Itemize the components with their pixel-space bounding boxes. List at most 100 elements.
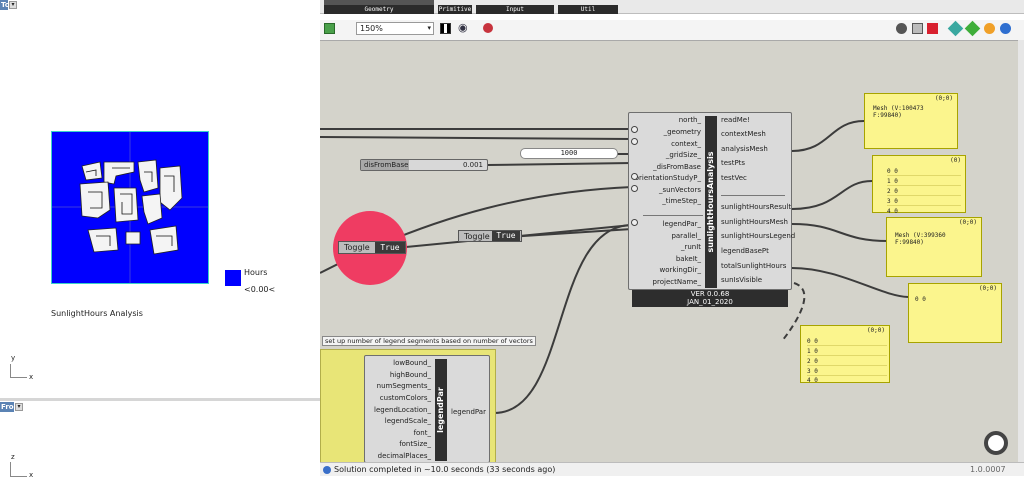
legend-input-port[interactable]: lowBound_ xyxy=(393,359,435,367)
top-viewport-tag[interactable]: Top xyxy=(0,0,15,10)
gridsize-value: 1000 xyxy=(560,149,578,157)
input-port[interactable]: bakeIt_ xyxy=(676,255,705,263)
toggle-sunlight[interactable]: Toggle True xyxy=(338,241,406,254)
panel-row: 0 0 xyxy=(887,168,961,176)
panel-sun-visible[interactable]: (0;0) 0 0 1 0 2 0 3 0 4 0 xyxy=(800,325,890,384)
output-port[interactable]: readMe! xyxy=(717,116,750,124)
toggle2-value[interactable]: True xyxy=(492,231,520,241)
panel-line: F:99840) xyxy=(895,239,924,246)
legend-input-port[interactable]: font_ xyxy=(414,429,435,437)
panel-row: 1 0 xyxy=(807,348,887,356)
legend-input-port[interactable]: decimalPlaces_ xyxy=(378,452,435,460)
input-port[interactable]: legendPar_ xyxy=(663,220,705,228)
panel-row: 3 0 xyxy=(807,368,887,376)
panel-analysis-mesh[interactable]: (0;0) Mesh (V:100473 F:99840) xyxy=(864,93,958,149)
input-port[interactable]: _timeStep_ xyxy=(662,197,705,205)
brush-icon[interactable] xyxy=(483,23,493,33)
butterfly-icon[interactable] xyxy=(984,23,995,34)
chevron-down-icon: ▾ xyxy=(427,24,431,32)
input-ports: north_ _geometry context_ _gridSize_ _di… xyxy=(629,113,705,289)
input-port[interactable]: _sunVectors xyxy=(659,186,705,194)
output-port[interactable]: sunlightHoursMesh xyxy=(717,218,788,226)
input-port[interactable]: orientationStudyP_ xyxy=(635,174,705,182)
legend-input-port[interactable]: numSegments_ xyxy=(377,382,435,390)
viewport-divider[interactable] xyxy=(0,398,320,401)
legend-input-port[interactable]: legendScale_ xyxy=(385,417,435,425)
gh-component-tabs: Geometry Primitive Input Util xyxy=(320,0,1024,14)
port-separator xyxy=(721,195,785,196)
legend-input-port[interactable]: customColors_ xyxy=(380,394,435,402)
zoom-select[interactable]: 150% ▾ xyxy=(356,22,434,35)
output-port[interactable]: analysisMesh xyxy=(717,145,768,153)
panel-sunlight-mesh[interactable]: (0;0) Mesh (V:399360 F:99840) xyxy=(886,217,982,277)
component-title-bar: sunlightHoursAnalysis xyxy=(705,116,717,288)
axis-x-label: x xyxy=(29,373,34,381)
panel-header: (0;0) xyxy=(978,285,997,292)
disfrombase-value: 0.001 xyxy=(462,161,483,169)
tab-util[interactable]: Util xyxy=(558,5,618,14)
output-ports: readMe! contextMesh analysisMesh testPts… xyxy=(717,113,795,289)
panel-header: (0) xyxy=(950,157,961,164)
status-text: Solution completed in ~10.0 seconds (33 … xyxy=(334,465,556,474)
ladybug-icon[interactable] xyxy=(947,20,964,37)
panel-header: (0;0) xyxy=(934,95,953,102)
legend-input-port[interactable]: highBound_ xyxy=(390,371,435,379)
tab-geometry[interactable]: Geometry xyxy=(324,5,434,14)
tab-primitive[interactable]: Primitive xyxy=(438,5,472,14)
tab-input[interactable]: Input xyxy=(476,5,554,14)
gh-vertical-scrollbar[interactable] xyxy=(1018,40,1024,462)
input-port[interactable]: projectName_ xyxy=(653,278,705,286)
version-text: 1.0.0007 xyxy=(970,465,1006,474)
globe-icon[interactable] xyxy=(1000,23,1011,34)
output-port[interactable]: testVec xyxy=(717,174,747,182)
flatten-icon xyxy=(631,219,638,226)
input-port[interactable]: workingDir_ xyxy=(660,266,705,274)
toggle-runit[interactable]: Toggle True xyxy=(458,230,522,242)
legend-input-ports: lowBound_ highBound_ numSegments_ custom… xyxy=(365,356,435,462)
legendpar-component[interactable]: lowBound_ highBound_ numSegments_ custom… xyxy=(364,355,490,462)
front-viewport-tag[interactable]: Front xyxy=(0,402,22,412)
input-port[interactable]: context_ xyxy=(671,140,705,148)
preview-toggle-icon[interactable] xyxy=(912,23,923,34)
save-icon[interactable] xyxy=(324,23,335,34)
flatten-icon xyxy=(631,138,638,145)
flatten-icon xyxy=(631,185,638,192)
disfrombase-slider[interactable]: disFromBase 0.001 xyxy=(360,159,488,171)
output-port[interactable]: contextMesh xyxy=(717,130,766,138)
input-port[interactable]: _runIt xyxy=(681,243,705,251)
input-port[interactable]: _geometry xyxy=(664,128,705,136)
red-preview-icon[interactable] xyxy=(927,23,938,34)
input-port[interactable]: parallel_ xyxy=(671,232,705,240)
output-port[interactable]: sunlightHoursLegend xyxy=(717,232,795,240)
panel-row: 4 0 xyxy=(887,208,898,215)
legend-output-port[interactable]: legendPar xyxy=(447,408,486,416)
input-port[interactable]: north_ xyxy=(679,116,705,124)
eye-icon[interactable]: ◉ xyxy=(458,21,468,34)
legend-input-port[interactable]: fontSize_ xyxy=(399,440,435,448)
input-port[interactable]: _disFromBase xyxy=(653,163,705,171)
building-footprints xyxy=(52,132,208,283)
sunlight-hours-component[interactable]: north_ _geometry context_ _gridSize_ _di… xyxy=(628,112,795,290)
panel-sunlight-result[interactable]: (0) 0 0 1 0 2 0 3 0 4 0 xyxy=(872,155,966,215)
navigation-compass-icon[interactable] xyxy=(984,431,1008,455)
panel-row: 0 0 xyxy=(807,338,887,346)
output-port[interactable]: sunIsVisible xyxy=(717,276,762,284)
top-viewport-menu-icon[interactable]: ▾ xyxy=(9,1,17,9)
input-port[interactable]: _gridSize_ xyxy=(666,151,705,159)
output-port[interactable]: sunlightHoursResult xyxy=(717,203,791,211)
honeybee-icon[interactable] xyxy=(964,20,981,37)
front-viewport-menu-icon[interactable]: ▾ xyxy=(15,403,23,411)
panel-total-sunlight[interactable]: (0;0) 0 0 xyxy=(908,283,1002,343)
sphere-icon[interactable] xyxy=(896,23,907,34)
output-port[interactable]: legendBasePt xyxy=(717,247,769,255)
legend-input-port[interactable]: legendLocation_ xyxy=(374,406,435,414)
legend-label: Hours xyxy=(244,268,268,277)
gh-canvas[interactable]: Toggle True Toggle True 1000 disFromBase… xyxy=(320,40,1018,462)
output-port[interactable]: totalSunlightHours xyxy=(717,262,786,270)
preview-mode-icon[interactable] xyxy=(440,23,451,34)
toggle-value[interactable]: True xyxy=(375,242,405,253)
panel-header: (0;0) xyxy=(866,327,885,334)
output-port[interactable]: testPts xyxy=(717,159,745,167)
gridsize-slider[interactable]: 1000 xyxy=(520,148,618,159)
component-title: sunlightHoursAnalysis xyxy=(706,151,715,253)
